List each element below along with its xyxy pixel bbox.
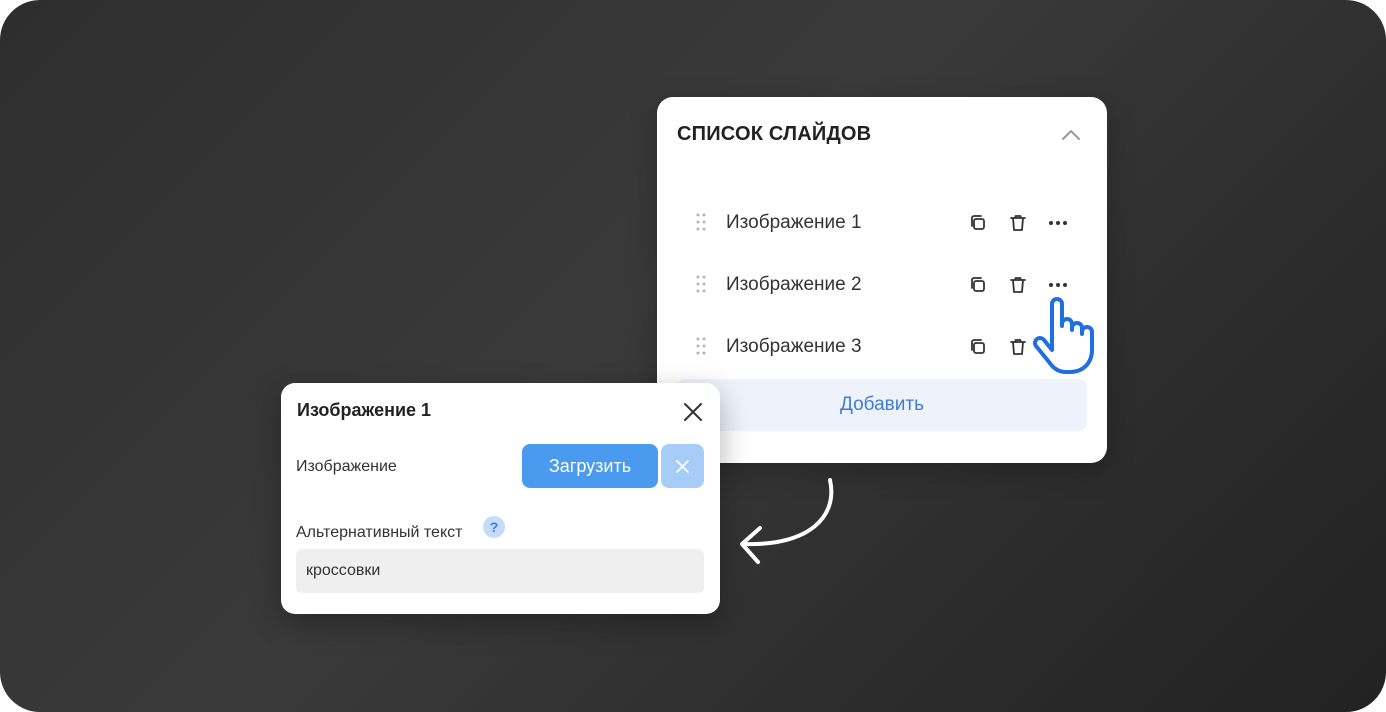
- slide-row-3[interactable]: Изображение 3: [687, 326, 1077, 366]
- more-horizontal-icon: [1049, 283, 1067, 287]
- slides-list-panel: СПИСОК СЛАЙДОВ Изображение 1 Изображение…: [657, 97, 1107, 463]
- delete-button[interactable]: [1007, 212, 1029, 234]
- duplicate-button[interactable]: [967, 212, 989, 234]
- copy-icon: [971, 339, 985, 354]
- close-button[interactable]: [681, 400, 705, 424]
- slide-label: Изображение 1: [726, 212, 862, 233]
- close-icon: [676, 460, 689, 473]
- help-icon[interactable]: ?: [483, 516, 505, 538]
- alt-text-label: Альтернативный текст: [296, 524, 463, 541]
- drag-handle-icon[interactable]: [695, 275, 707, 293]
- upload-button[interactable]: Загрузить: [522, 444, 658, 488]
- drag-handle-icon[interactable]: [695, 213, 707, 231]
- trash-icon: [1010, 339, 1026, 355]
- more-button[interactable]: [1047, 212, 1069, 234]
- copy-icon: [971, 277, 985, 292]
- add-slide-button[interactable]: Добавить: [677, 379, 1087, 431]
- slide-label: Изображение 2: [726, 274, 862, 295]
- popup-title: Изображение 1: [297, 400, 432, 420]
- delete-button[interactable]: [1007, 336, 1029, 358]
- slide-label: Изображение 3: [726, 336, 862, 357]
- alt-text-input[interactable]: [296, 549, 704, 593]
- more-button[interactable]: [1047, 274, 1069, 296]
- drag-handle-icon[interactable]: [695, 337, 707, 355]
- trash-icon: [1010, 215, 1026, 231]
- slide-row-1[interactable]: Изображение 1: [687, 202, 1077, 242]
- duplicate-button[interactable]: [967, 274, 989, 296]
- close-icon: [684, 403, 702, 421]
- pointer-hand-icon: [1033, 297, 1094, 374]
- copy-icon: [971, 215, 985, 230]
- clear-image-button[interactable]: [661, 444, 704, 488]
- slide-row-2[interactable]: Изображение 2: [687, 264, 1077, 304]
- delete-button[interactable]: [1007, 274, 1029, 296]
- curved-arrow-icon: [740, 478, 834, 564]
- panel-title: СПИСОК СЛАЙДОВ: [677, 123, 872, 145]
- more-horizontal-icon: [1049, 221, 1067, 225]
- image-edit-popup: Изображение 1 Изображение Загрузить Альт…: [281, 383, 720, 614]
- chevron-up-icon: [1062, 130, 1080, 140]
- collapse-button[interactable]: [1057, 121, 1085, 149]
- duplicate-button[interactable]: [967, 336, 989, 358]
- image-field-label: Изображение: [296, 458, 397, 475]
- background-canvas: СПИСОК СЛАЙДОВ Изображение 1 Изображение…: [0, 0, 1386, 712]
- trash-icon: [1010, 277, 1026, 293]
